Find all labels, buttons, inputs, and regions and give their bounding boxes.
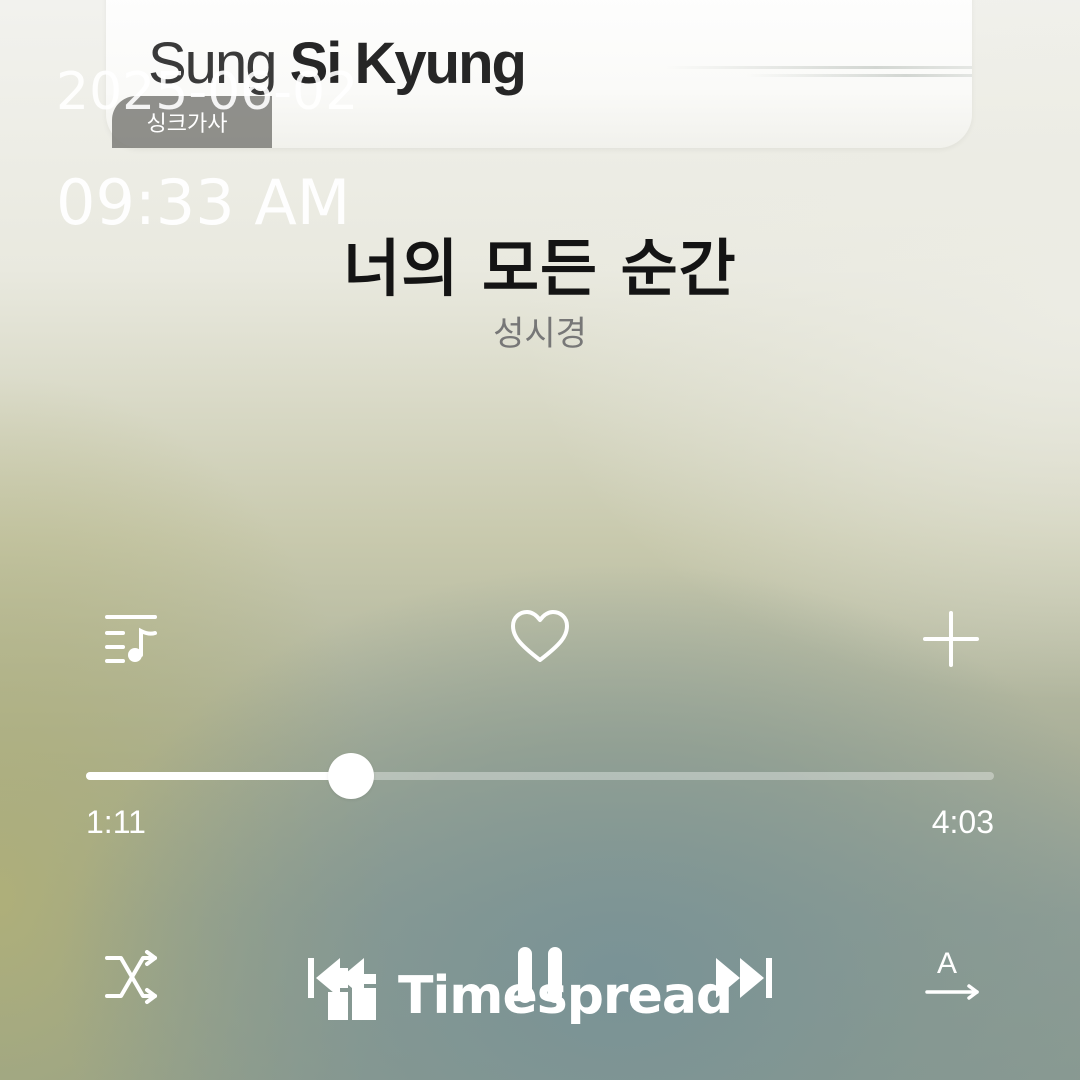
progress-thumb[interactable] <box>328 753 375 799</box>
overlay-date: 2025-06-02 <box>56 62 359 122</box>
lyrics-translate-icon: A <box>923 948 981 1004</box>
time-elapsed: 1:11 <box>86 804 146 840</box>
shuffle-icon <box>103 950 161 1006</box>
heart-outline-icon <box>509 608 571 664</box>
progress-bar[interactable] <box>86 753 994 799</box>
time-total: 4:03 <box>931 804 994 840</box>
plus-icon <box>921 609 981 669</box>
album-art-streak <box>666 66 972 69</box>
song-artist[interactable]: 성시경 <box>0 306 1080 355</box>
lyrics-translate-button[interactable]: A <box>920 946 984 1006</box>
playlist-button[interactable] <box>96 606 166 670</box>
watermark: Timespread <box>328 966 733 1026</box>
like-button[interactable] <box>505 604 575 668</box>
add-to-playlist-button[interactable] <box>916 604 986 674</box>
progress-bar-fill <box>86 772 352 780</box>
album-art-streak <box>746 74 972 77</box>
playlist-music-icon <box>101 611 161 665</box>
song-title: 너의 모든 순간 <box>343 232 737 305</box>
shuffle-button[interactable] <box>100 948 164 1008</box>
watermark-logo-icon <box>328 968 378 1024</box>
watermark-text: Timespread <box>398 966 733 1026</box>
